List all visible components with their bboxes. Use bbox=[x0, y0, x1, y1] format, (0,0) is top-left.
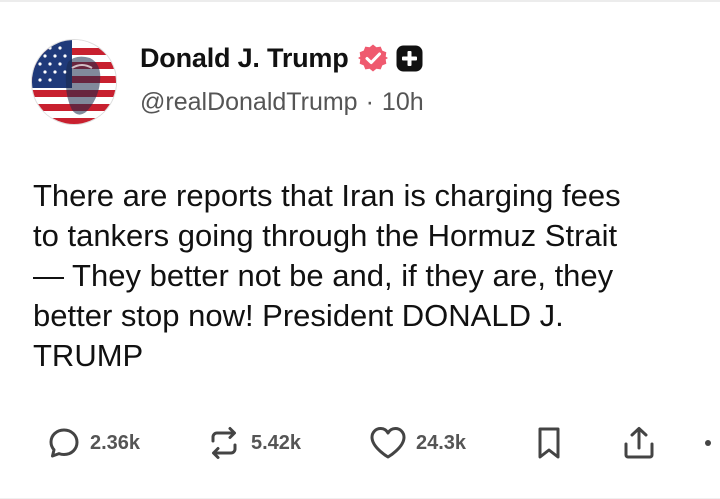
more-options-button[interactable] bbox=[702, 418, 714, 468]
repost-count: 5.42k bbox=[251, 431, 302, 454]
repost-arrows-icon bbox=[211, 427, 237, 459]
more-dots-icon bbox=[705, 440, 711, 446]
reply-button[interactable]: 2.36k bbox=[46, 418, 140, 468]
verified-badge-icon bbox=[357, 43, 388, 73]
share-upload-icon bbox=[624, 427, 654, 459]
author-handle[interactable]: @realDonaldTrump bbox=[140, 88, 358, 117]
post-body-text: There are reports that Iran is charging … bbox=[33, 178, 621, 373]
author-name-row: Donald J. Trump bbox=[140, 38, 423, 78]
reply-count: 2.36k bbox=[90, 431, 141, 454]
bookmark-icon bbox=[538, 427, 560, 459]
meta-separator: · bbox=[365, 88, 374, 116]
author-handle-row: @realDonaldTrump · 10h bbox=[140, 88, 424, 117]
heart-icon bbox=[370, 427, 406, 459]
post-action-bar: 2.36k 5.42k 24.3k bbox=[0, 418, 720, 468]
like-count: 24.3k bbox=[416, 431, 467, 454]
top-divider bbox=[0, 0, 720, 2]
author-display-name[interactable]: Donald J. Trump bbox=[140, 43, 349, 74]
bookmark-button[interactable] bbox=[532, 418, 566, 468]
plus-badge-icon bbox=[396, 45, 423, 72]
like-button[interactable]: 24.3k bbox=[368, 418, 466, 468]
repost-button[interactable]: 5.42k bbox=[205, 418, 301, 468]
reply-bubble-icon bbox=[49, 428, 79, 458]
share-button[interactable] bbox=[620, 418, 658, 468]
avatar-flag-portrait bbox=[32, 40, 116, 124]
post-time[interactable]: 10h bbox=[382, 88, 424, 117]
avatar[interactable] bbox=[31, 39, 117, 125]
